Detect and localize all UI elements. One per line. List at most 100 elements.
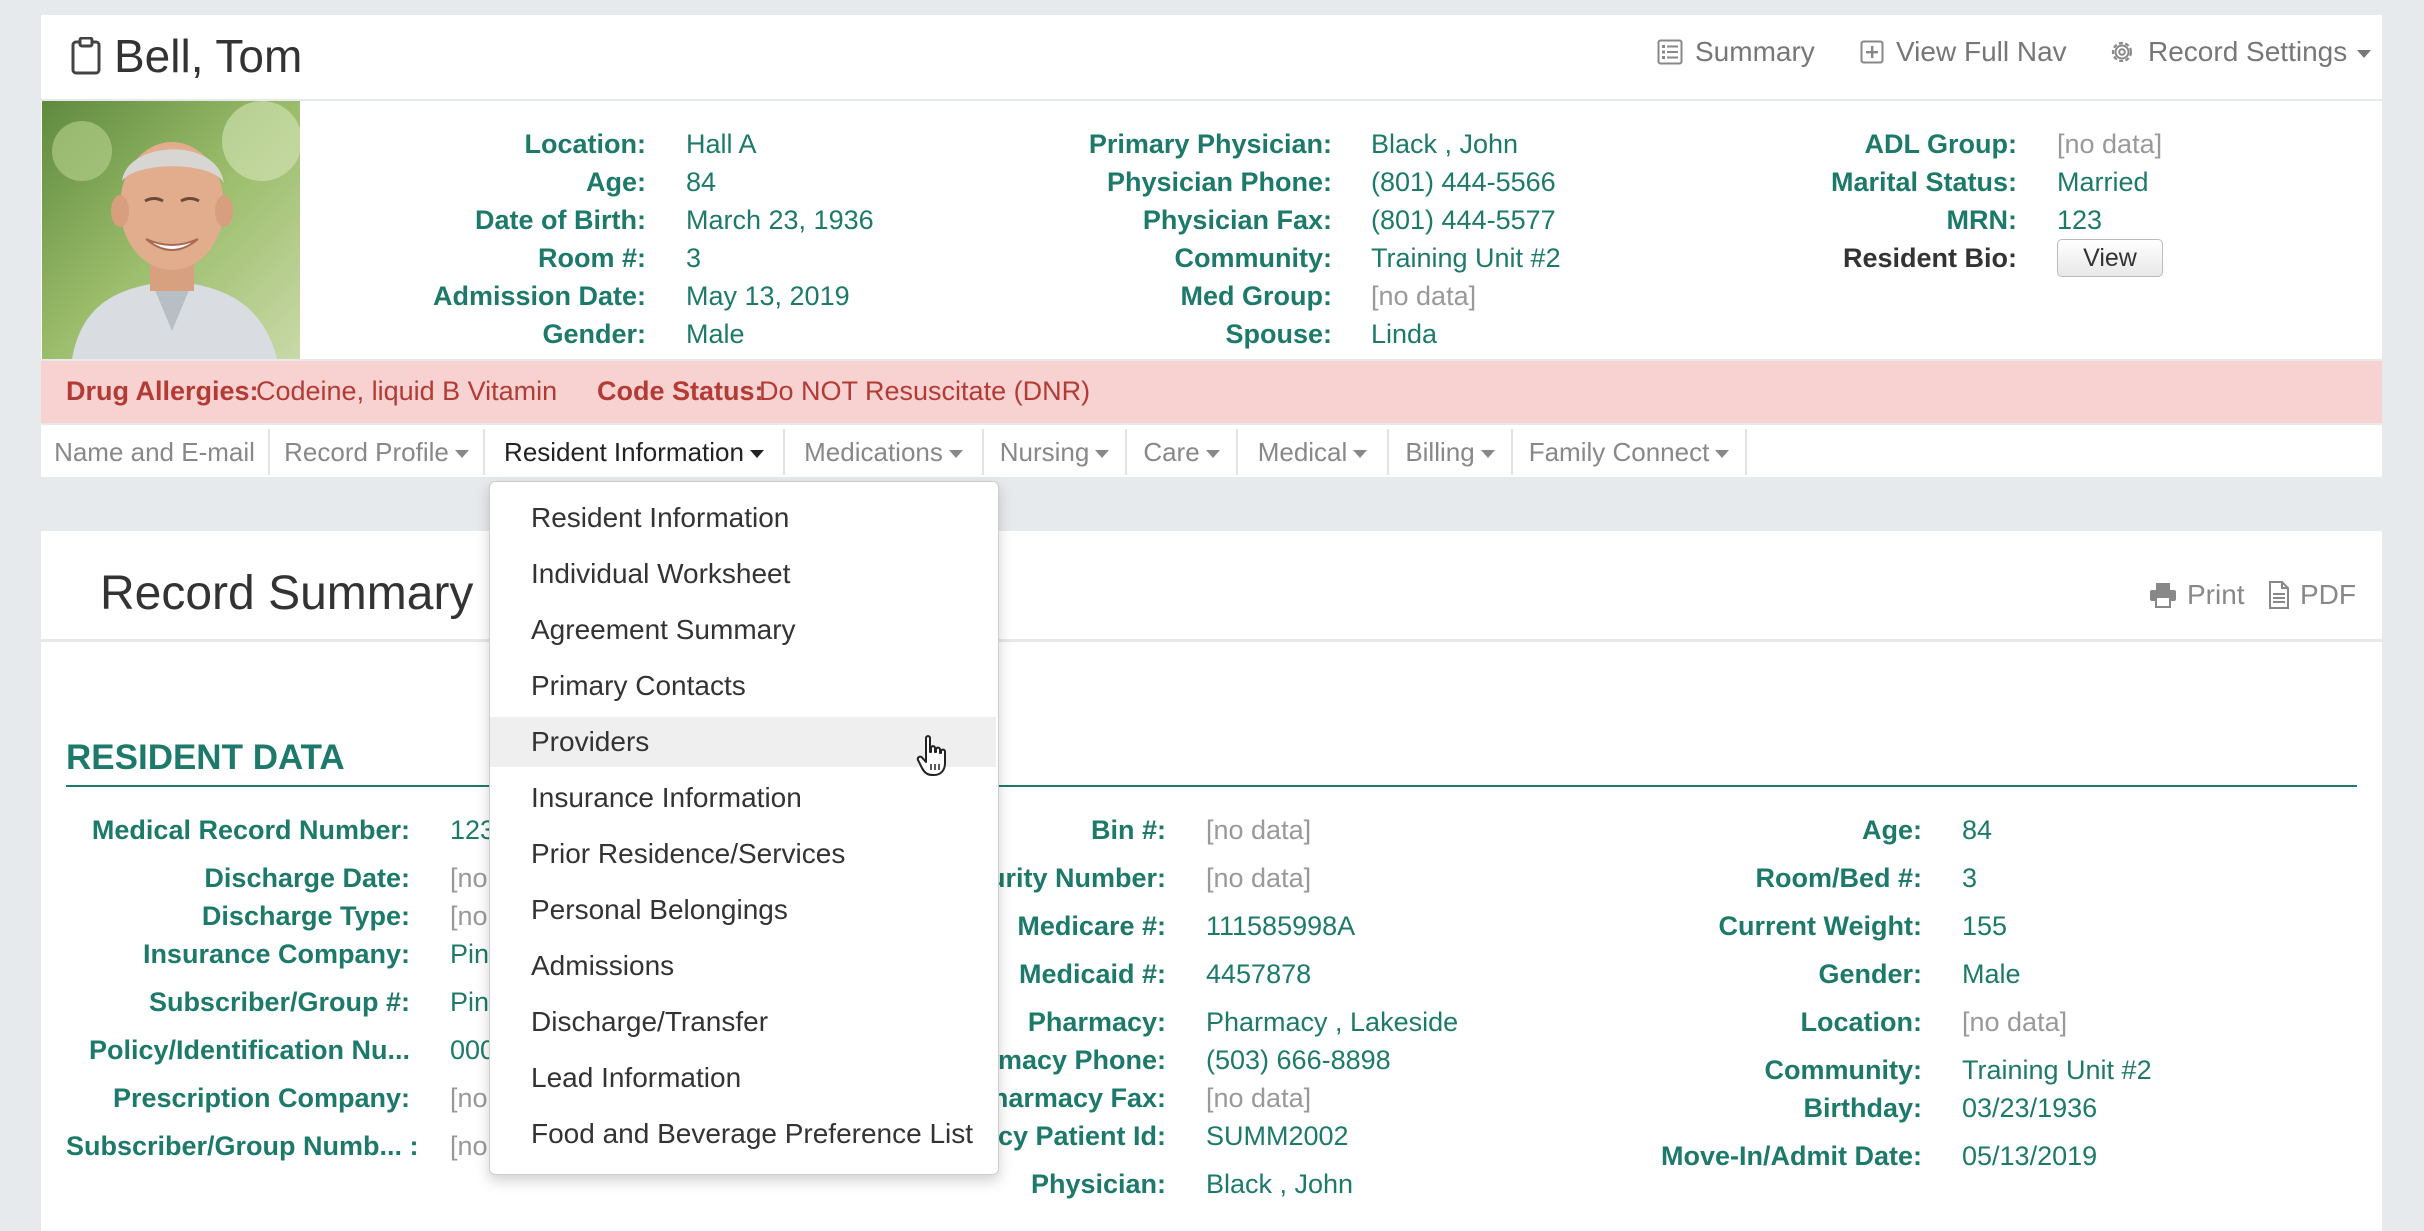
menu-item-personal-belongings[interactable]: Personal Belongings — [490, 885, 996, 935]
summary-label: Subscriber/Group #: — [148, 987, 410, 1017]
menu-item-label: Prior Residence/Services — [531, 838, 846, 869]
code-status-value: Do NOT Resuscitate (DNR) — [759, 376, 1091, 406]
record-settings-label: Record Settings — [2148, 36, 2348, 67]
info-age-label: Age: — [586, 167, 646, 197]
summary-label: Age: — [1862, 815, 1922, 845]
summary-label: Prescription Company: — [112, 1083, 410, 1113]
info-location-label: Location: — [524, 129, 647, 159]
info-community-value: Training Unit #2 — [1371, 243, 1561, 273]
menu-item-primary-contacts[interactable]: Primary Contacts — [490, 661, 996, 711]
tab-resident-information[interactable]: Resident Information — [485, 429, 785, 475]
menu-item-insurance-information[interactable]: Insurance Information — [490, 773, 996, 823]
chevron-down-icon — [2357, 50, 2372, 58]
tab-label: Record Profile — [284, 436, 449, 467]
summary-label: Policy/Identification Nu... — [88, 1035, 410, 1065]
chevron-down-icon — [1480, 450, 1495, 458]
menu-item-resident-information[interactable]: Resident Information — [490, 493, 996, 543]
summary-value: [no — [450, 1131, 488, 1161]
tab-label: Care — [1143, 436, 1200, 467]
tab-medications[interactable]: Medications — [785, 429, 984, 475]
tab-family-connect[interactable]: Family Connect — [1513, 429, 1747, 475]
summary-value: 3 — [1962, 863, 1978, 893]
menu-item-food-beverage-preference-list[interactable]: Food and Beverage Preference List — [490, 1109, 996, 1159]
summary-label: Discharge Type: — [201, 901, 410, 931]
info-room-label: Room #: — [538, 243, 646, 273]
summary-value: Pin — [450, 939, 490, 969]
tab-name-and-email[interactable]: Name and E-mail — [41, 429, 270, 475]
summary-value: (503) 666-8898 — [1206, 1045, 1391, 1075]
menu-item-label: Agreement Summary — [531, 614, 796, 645]
summary-value: [no — [450, 1083, 488, 1113]
menu-item-prior-residence-services[interactable]: Prior Residence/Services — [490, 829, 996, 879]
info-physician-label: Primary Physician: — [1088, 129, 1332, 159]
summary-value: Pin — [450, 987, 490, 1017]
summary-value: [no data] — [1206, 1083, 1312, 1113]
menu-item-label: Primary Contacts — [531, 670, 746, 701]
summary-label: Location: — [1800, 1007, 1923, 1037]
section-title: RESIDENT DATA — [66, 738, 345, 777]
summary-label: Subscriber/Group Numb... : — [66, 1131, 419, 1161]
menu-item-label: Personal Belongings — [531, 894, 788, 925]
info-spouse-value: Linda — [1371, 319, 1438, 349]
tab-label: Medications — [804, 436, 943, 467]
view-full-nav-link[interactable]: View Full Nav — [1860, 36, 2067, 68]
tab-billing[interactable]: Billing — [1389, 429, 1513, 475]
summary-label: Room/Bed #: — [1755, 863, 1922, 893]
tab-record-profile[interactable]: Record Profile — [270, 429, 485, 475]
info-mrn-label: MRN: — [1946, 205, 2017, 235]
chevron-down-icon — [454, 450, 469, 458]
info-dob-label: Date of Birth: — [475, 205, 646, 235]
summary-value: [no data] — [1206, 863, 1312, 893]
menu-item-agreement-summary[interactable]: Agreement Summary — [490, 605, 996, 655]
summary-value: Training Unit #2 — [1962, 1055, 2152, 1085]
summary-label: Medical Record Number: — [91, 815, 410, 845]
section-divider — [66, 785, 2357, 787]
chevron-down-icon — [1715, 450, 1730, 458]
pdf-label: PDF — [2300, 579, 2356, 610]
list-icon — [1657, 39, 1683, 65]
hand-pointer-icon — [916, 735, 946, 776]
info-dob-value: March 23, 1936 — [686, 205, 874, 235]
info-location-value: Hall A — [686, 129, 757, 159]
menu-item-admissions[interactable]: Admissions — [490, 941, 996, 991]
info-room-value: 3 — [686, 243, 702, 273]
menu-item-label: Food and Beverage Preference List — [531, 1118, 974, 1149]
info-spouse-label: Spouse: — [1225, 319, 1332, 349]
info-physician-phone-label: Physician Phone: — [1106, 167, 1332, 197]
info-admission-label: Admission Date: — [432, 281, 646, 311]
summary-value: Pharmacy , Lakeside — [1206, 1007, 1459, 1037]
view-full-nav-label: View Full Nav — [1896, 36, 2067, 67]
gear-icon — [2111, 41, 2133, 63]
document-icon — [2269, 581, 2289, 609]
print-link[interactable]: Print — [2149, 579, 2245, 611]
info-med-group-value: [no data] — [1371, 281, 1477, 311]
clipboard-icon — [71, 37, 101, 75]
view-bio-button[interactable]: View — [2057, 239, 2163, 277]
plus-square-icon — [1860, 40, 1884, 64]
avatar — [42, 101, 300, 359]
record-settings-menu[interactable]: Record Settings — [2108, 36, 2372, 68]
menu-item-lead-information[interactable]: Lead Information — [490, 1053, 996, 1103]
summary-value: Black , John — [1206, 1169, 1354, 1199]
summary-link[interactable]: Summary — [1657, 36, 1815, 68]
tab-care[interactable]: Care — [1127, 429, 1238, 475]
summary-value: [no data] — [1206, 815, 1312, 845]
menu-item-label: Insurance Information — [531, 782, 802, 813]
info-physician-fax-value: (801) 444-5577 — [1371, 205, 1556, 235]
menu-item-label: Providers — [531, 726, 650, 757]
summary-label: Gender: — [1818, 959, 1922, 989]
chevron-down-icon — [749, 450, 764, 458]
info-med-group-label: Med Group: — [1180, 281, 1332, 311]
chevron-down-icon — [948, 450, 963, 458]
summary-value: [no — [450, 863, 488, 893]
tab-medical[interactable]: Medical — [1238, 429, 1389, 475]
menu-item-discharge-transfer[interactable]: Discharge/Transfer — [490, 997, 996, 1047]
tab-nursing[interactable]: Nursing — [984, 429, 1127, 475]
pdf-link[interactable]: PDF — [2268, 579, 2356, 611]
tab-label: Medical — [1257, 436, 1348, 467]
divider — [41, 639, 2382, 642]
summary-label: Birthday: — [1803, 1093, 1922, 1123]
info-adl-group-value: [no data] — [2057, 129, 2163, 159]
summary-value: 111585998A — [1206, 911, 1356, 941]
menu-item-individual-worksheet[interactable]: Individual Worksheet — [490, 549, 996, 599]
